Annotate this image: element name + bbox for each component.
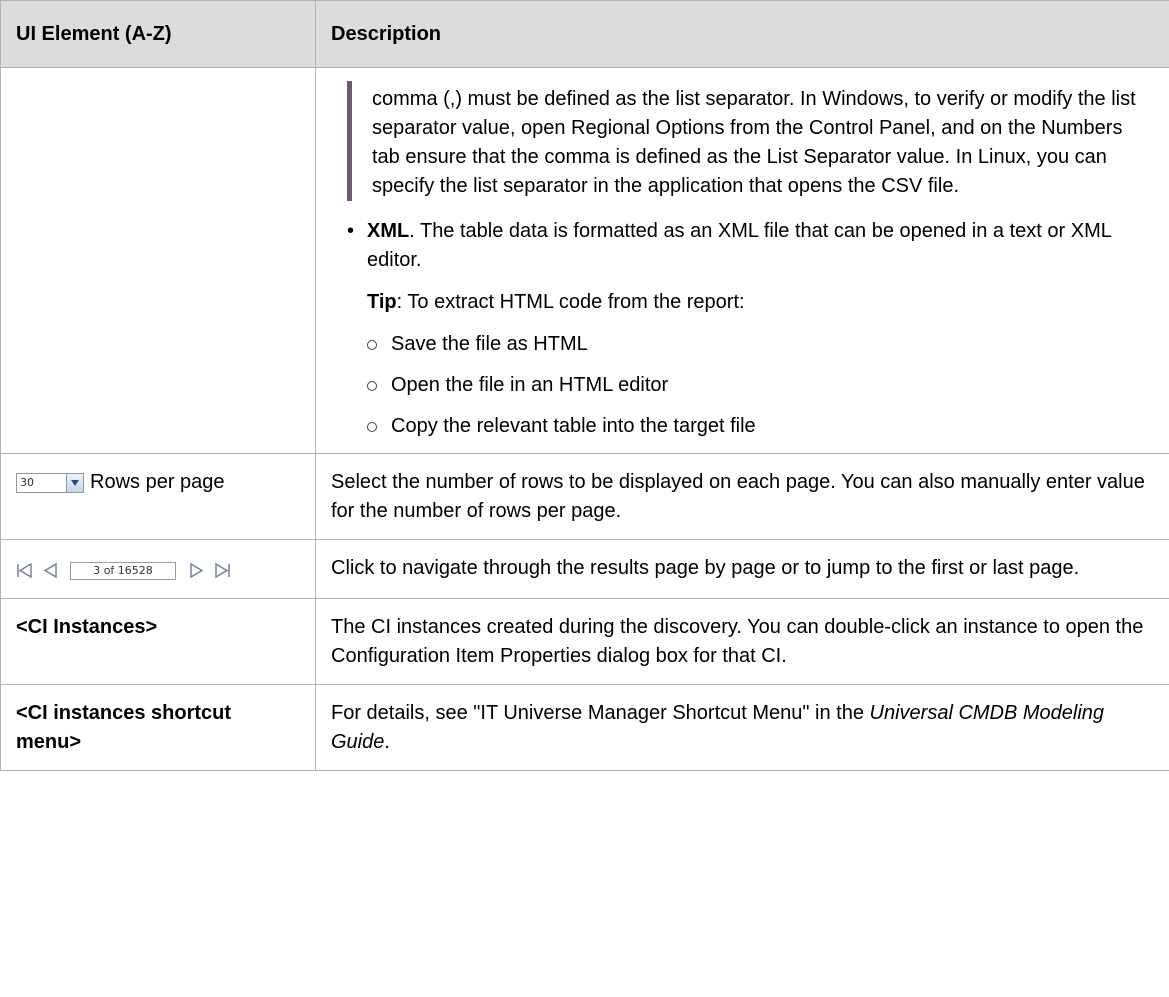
xml-label: XML: [367, 220, 410, 242]
desc-prefix: For details, see "IT Universe Manager Sh…: [331, 702, 870, 724]
list-item: • XML. The table data is formatted as an…: [331, 217, 1154, 441]
rows-per-page-value: 30: [20, 475, 34, 489]
step-text: Copy the relevant table into the target …: [391, 415, 756, 437]
page-number-field[interactable]: 3 of 16528: [70, 561, 176, 580]
description-cell: Select the number of rows to be displaye…: [315, 453, 1169, 540]
table-header-row: UI Element (A-Z) Description: [0, 0, 1169, 68]
table-row: 30 Rows per page Select the number of ro…: [0, 453, 1169, 540]
description-cell: The CI instances created during the disc…: [315, 598, 1169, 685]
ui-element-cell: <CI Instances>: [0, 598, 316, 685]
first-page-icon[interactable]: [16, 562, 33, 579]
table-row: <CI instances shortcut menu> For details…: [0, 684, 1169, 771]
pager-control: 3 of 16528: [16, 556, 300, 585]
tip-text: : To extract HTML code from the report:: [396, 291, 745, 313]
tip-paragraph: Tip: To extract HTML code from the repor…: [367, 288, 1154, 317]
list-item: Save the file as HTML: [367, 330, 1154, 359]
ui-element-cell: <CI instances shortcut menu>: [0, 684, 316, 771]
rows-per-page-control: 30 Rows per page: [16, 468, 300, 497]
previous-page-icon[interactable]: [42, 562, 59, 579]
steps-list: Save the file as HTML Open the file in a…: [367, 330, 1154, 441]
description-cell: For details, see "IT Universe Manager Sh…: [315, 684, 1169, 771]
next-page-icon[interactable]: [188, 562, 205, 579]
xml-text: . The table data is formatted as an XML …: [367, 220, 1112, 271]
last-page-icon[interactable]: [214, 562, 231, 579]
circle-bullet-icon: [367, 422, 377, 432]
table-row: <CI Instances> The CI instances created …: [0, 598, 1169, 685]
chevron-down-icon[interactable]: [66, 473, 83, 492]
ui-element-cell: 30 Rows per page: [0, 453, 316, 540]
ui-element-cell-empty: [0, 67, 316, 454]
column-header-description: Description: [315, 0, 1169, 68]
note-text: comma (,) must be defined as the list se…: [372, 88, 1136, 197]
step-text: Save the file as HTML: [391, 333, 588, 355]
circle-bullet-icon: [367, 340, 377, 350]
tip-label: Tip: [367, 291, 397, 313]
export-format-list: • XML. The table data is formatted as an…: [331, 217, 1154, 441]
description-cell: comma (,) must be defined as the list se…: [315, 67, 1169, 454]
step-text: Open the file in an HTML editor: [391, 374, 669, 396]
rows-per-page-select[interactable]: 30: [16, 472, 84, 493]
desc-suffix: .: [384, 731, 390, 753]
table-row: comma (,) must be defined as the list se…: [0, 67, 1169, 454]
list-item: Open the file in an HTML editor: [367, 371, 1154, 400]
ui-element-cell: 3 of 16528: [0, 539, 316, 599]
bullet-icon: •: [347, 220, 355, 242]
ui-elements-table: UI Element (A-Z) Description comma (,) m…: [0, 0, 1169, 771]
table-row: 3 of 16528 Click to navigate through the…: [0, 539, 1169, 599]
note-block: comma (,) must be defined as the list se…: [347, 81, 1154, 201]
rows-per-page-label: Rows per page: [90, 471, 225, 493]
column-header-ui-element: UI Element (A-Z): [0, 0, 316, 68]
description-cell: Click to navigate through the results pa…: [315, 539, 1169, 599]
circle-bullet-icon: [367, 381, 377, 391]
list-item: Copy the relevant table into the target …: [367, 412, 1154, 441]
